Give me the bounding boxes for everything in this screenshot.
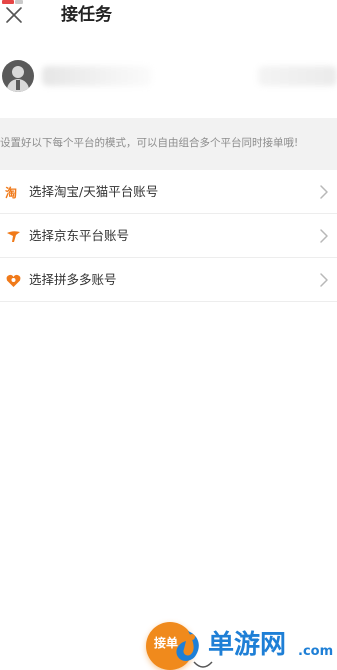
page-title: 接任务 [61,5,112,25]
smile-icon [193,661,213,668]
watermark-suffix: .com [298,644,334,659]
list-item-label: 选择淘宝/天猫平台账号 [29,184,159,199]
list-item-jd[interactable]: 选择京东平台账号 [0,214,337,258]
chevron-right-icon [320,229,328,243]
pinduoduo-icon [5,272,22,289]
header-bar: 接任务 [0,0,337,40]
list-item-taobao[interactable]: 淘 选择淘宝/天猫平台账号 [0,170,337,214]
close-icon [6,7,22,23]
jd-icon [5,228,22,245]
avatar[interactable] [2,60,34,92]
watermark-text: 单游网 [208,630,287,660]
list-item-pinduoduo[interactable]: 选择拼多多账号 [0,258,337,302]
blurred-account-info [258,66,337,86]
svg-text:淘: 淘 [5,185,17,200]
taobao-icon: 淘 [5,184,22,201]
chevron-right-icon [320,185,328,199]
profile-section [0,40,337,118]
chevron-right-icon [320,273,328,287]
close-button[interactable] [0,0,28,30]
blurred-username [42,66,152,86]
notice-banner: 设置好以下每个平台的模式，可以自由组合多个平台同时接单哦! [0,118,337,170]
platform-account-list: 淘 选择淘宝/天猫平台账号 选择京东平台账号 选择拼多多账号 [0,170,337,302]
list-item-label: 选择拼多多账号 [29,272,117,287]
notice-text: 设置好以下每个平台的模式，可以自由组合多个平台同时接单哦! [0,137,299,149]
list-item-label: 选择京东平台账号 [29,228,130,243]
